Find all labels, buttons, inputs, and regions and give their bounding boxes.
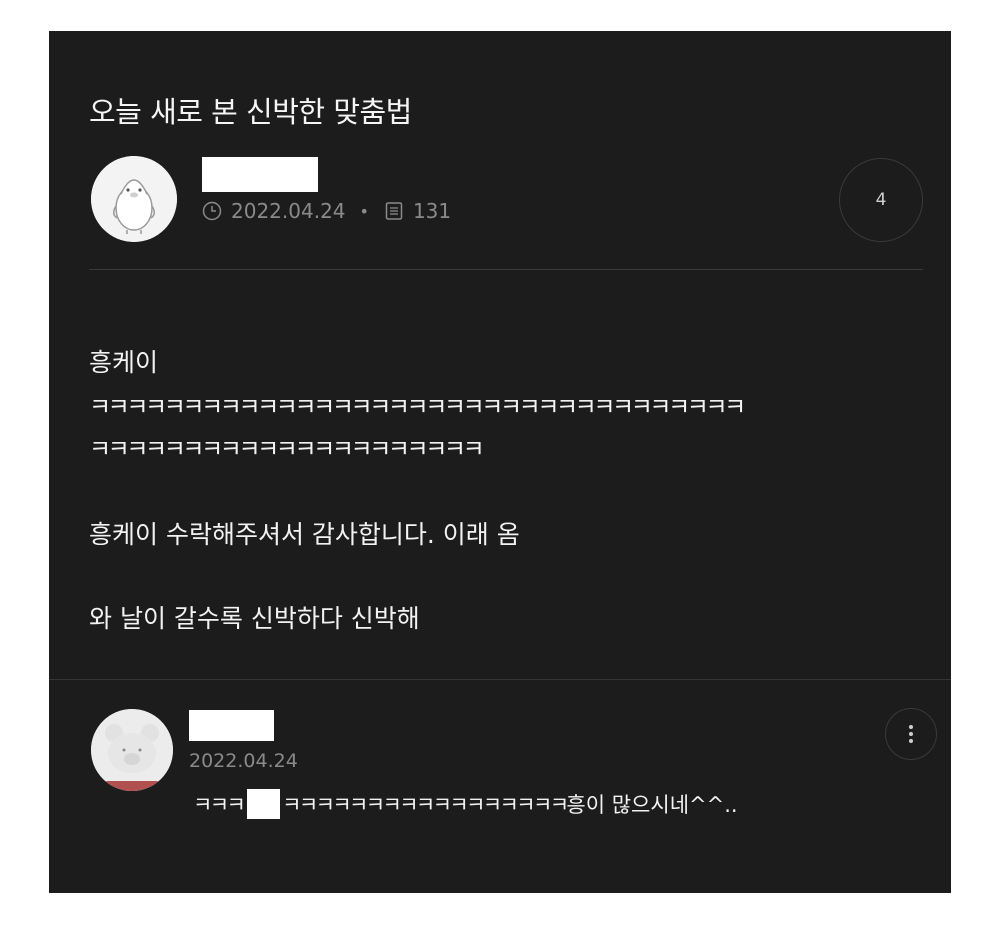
post-screen: 오늘 새로 본 신박한 맞춤법 2022.04.24 • 131 4 흥케이 ㅋ…	[49, 31, 951, 893]
comments-divider	[49, 679, 951, 680]
post-title: 오늘 새로 본 신박한 맞춤법	[89, 95, 412, 129]
comment-date: 2022.04.24	[189, 750, 298, 772]
commenter-name-redacted	[189, 710, 274, 741]
bear-avatar-icon	[91, 709, 173, 791]
post-date: 2022.04.24	[231, 199, 346, 223]
post-body-line-2: ㅋㅋㅋㅋㅋㅋㅋㅋㅋㅋㅋㅋㅋㅋㅋㅋㅋㅋㅋㅋㅋㅋㅋㅋㅋㅋㅋㅋㅋㅋㅋㅋㅋㅋㅋ	[89, 393, 746, 421]
author-name-redacted	[202, 157, 318, 192]
clock-icon	[201, 200, 223, 222]
comment-count-button[interactable]: 4	[839, 158, 923, 242]
post-body-line-3: ㅋㅋㅋㅋㅋㅋㅋㅋㅋㅋㅋㅋㅋㅋㅋㅋㅋㅋㅋㅋㅋ	[89, 435, 485, 463]
meta-separator: •	[359, 201, 369, 221]
post-body-line-4: 흥케이 수락해주셔서 감사합니다. 이래 옴	[89, 520, 520, 549]
author-avatar[interactable]	[91, 156, 177, 242]
more-vertical-icon	[909, 725, 913, 743]
post-meta: 2022.04.24 • 131	[201, 199, 451, 223]
commenter-avatar[interactable]	[91, 709, 173, 791]
comment-text-laugh: ㅋㅋㅋㅋㅋㅋㅋㅋㅋㅋㅋㅋㅋㅋㅋㅋㅋ	[282, 793, 569, 817]
comment-text-suffix: 흥이 많으시네^^..	[566, 793, 738, 817]
post-body-line-5: 와 날이 갈수록 신박하다 신박해	[89, 604, 420, 633]
document-icon	[383, 200, 405, 222]
comment-redacted-block	[247, 789, 281, 819]
header-divider	[89, 269, 923, 270]
comment-text-prefix: ㅋㅋㅋ	[193, 793, 246, 817]
comment-more-button[interactable]	[885, 708, 937, 760]
penguin-avatar-icon	[91, 156, 177, 242]
post-views: 131	[412, 199, 452, 223]
post-body-line-1: 흥케이	[89, 348, 159, 377]
comment-text: ㅋㅋㅋ ㅋㅋㅋㅋㅋㅋㅋㅋㅋㅋㅋㅋㅋㅋㅋㅋㅋ 흥이 많으시네^^..	[193, 789, 738, 819]
